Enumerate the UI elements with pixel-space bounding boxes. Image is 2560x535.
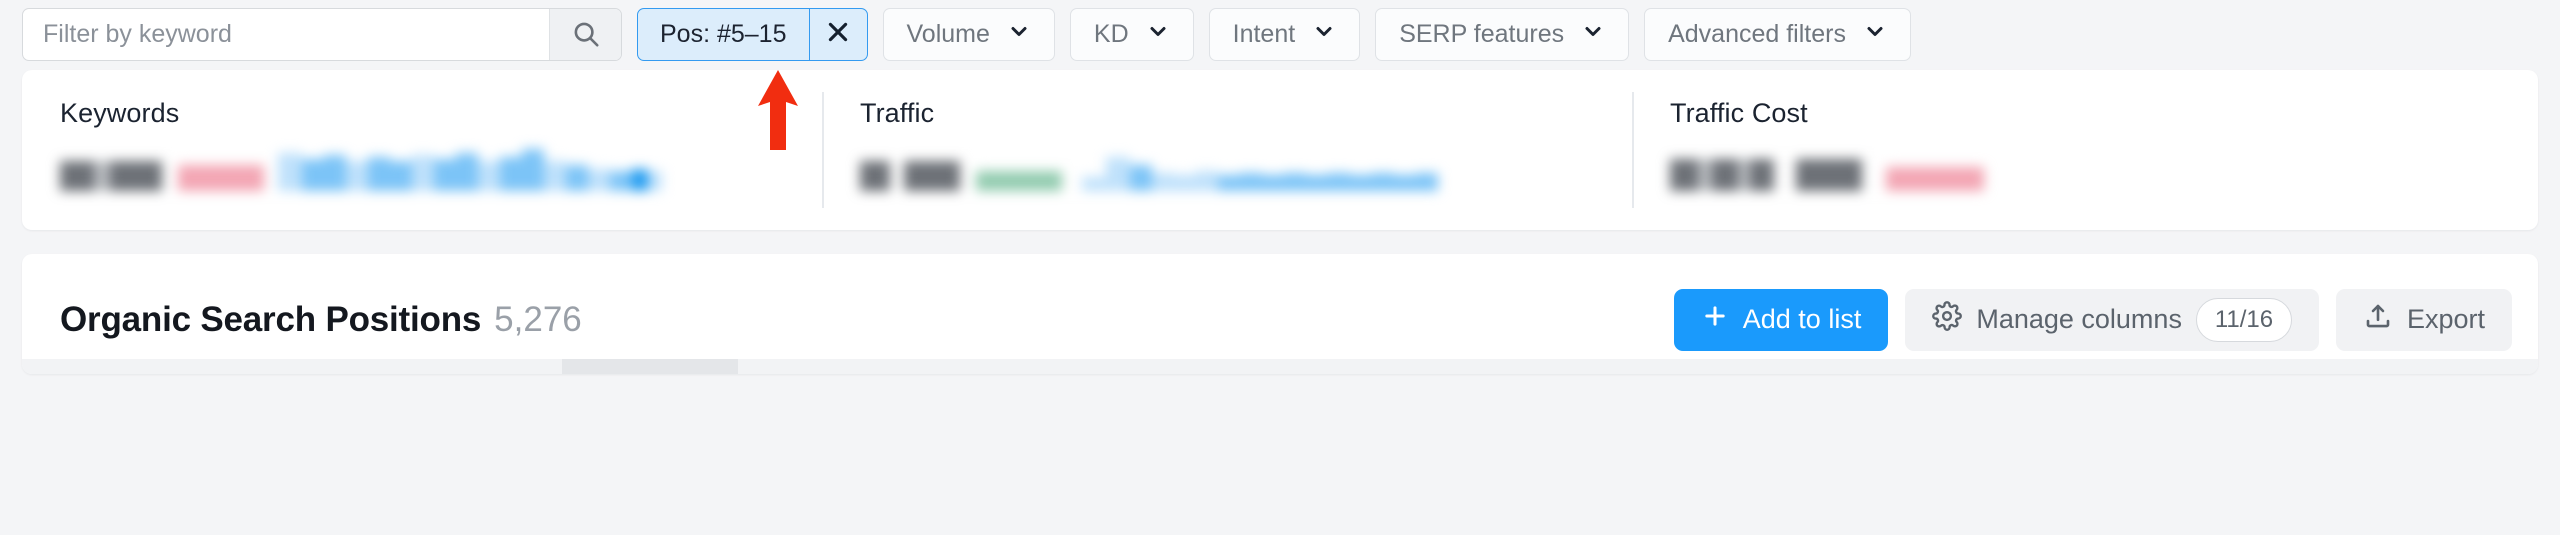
search-icon xyxy=(571,19,601,49)
chevron-down-icon xyxy=(1146,19,1170,50)
page-title: Organic Search Positions 5,276 xyxy=(60,300,582,340)
upload-icon xyxy=(2363,301,2393,338)
filter-bar: Pos: #5–15 Volume KD xyxy=(0,0,2560,70)
table-result-count: 5,276 xyxy=(494,299,582,339)
filter-advanced-label: Advanced filters xyxy=(1668,19,1846,48)
export-label: Export xyxy=(2406,304,2485,334)
metric-traffic-cost-title: Traffic Cost xyxy=(1670,98,1808,128)
metric-traffic-cost: Traffic Cost xyxy=(1632,70,2392,230)
active-filter-position[interactable]: Pos: #5–15 xyxy=(637,7,868,61)
table-action-buttons: Add to list Manage columns 11/16 Export xyxy=(1673,288,2512,351)
filter-volume[interactable]: Volume xyxy=(882,7,1055,61)
filter-serp-features[interactable]: SERP features xyxy=(1375,7,1630,61)
chevron-down-icon xyxy=(1863,19,1887,50)
metric-traffic-value-blurred xyxy=(860,145,1632,191)
chevron-down-icon xyxy=(1581,19,1605,50)
active-filter-remove-button[interactable] xyxy=(808,8,867,60)
organic-positions-table-card: Organic Search Positions 5,276 Add to lis… xyxy=(22,254,2538,374)
chevron-down-icon xyxy=(1312,19,1336,50)
table-column-header-strip xyxy=(22,359,2538,374)
page-root: Pos: #5–15 Volume KD xyxy=(0,0,2560,535)
plus-icon xyxy=(1701,302,1729,337)
add-to-list-button[interactable]: Add to list xyxy=(1673,288,1889,351)
gear-icon xyxy=(1932,301,1963,338)
table-column-header-cell[interactable] xyxy=(22,359,562,374)
filter-kd[interactable]: KD xyxy=(1069,7,1194,61)
filter-advanced[interactable]: Advanced filters xyxy=(1644,7,1911,61)
metric-keywords: Keywords xyxy=(22,70,822,230)
chevron-down-icon xyxy=(1007,19,1031,50)
keyword-filter-search[interactable] xyxy=(22,7,622,61)
filter-kd-label: KD xyxy=(1093,19,1129,48)
filter-intent[interactable]: Intent xyxy=(1208,7,1361,61)
table-column-header-cell[interactable] xyxy=(562,359,738,374)
filter-volume-label: Volume xyxy=(906,19,990,48)
metric-keywords-value-blurred xyxy=(60,145,822,191)
add-to-list-label: Add to list xyxy=(1742,304,1862,334)
metric-traffic: Traffic xyxy=(822,70,1632,230)
table-column-header-cell[interactable] xyxy=(738,359,2538,374)
manage-columns-count-badge: 11/16 xyxy=(2195,297,2292,342)
table-title-text: Organic Search Positions xyxy=(60,299,482,339)
metric-keywords-title: Keywords xyxy=(60,98,180,128)
active-filter-label: Pos: #5–15 xyxy=(660,19,787,48)
export-button[interactable]: Export xyxy=(2335,288,2512,351)
search-button[interactable] xyxy=(549,8,621,60)
filter-serp-features-label: SERP features xyxy=(1399,19,1565,48)
close-x-icon xyxy=(825,19,851,50)
manage-columns-label: Manage columns xyxy=(1976,304,2182,334)
metrics-summary-card: Keywords Traffic Traffic Cost xyxy=(22,70,2538,230)
filter-intent-label: Intent xyxy=(1232,19,1296,48)
metric-traffic-title: Traffic xyxy=(860,98,935,128)
metric-traffic-cost-value-blurred xyxy=(1670,145,2392,191)
table-header-row: Organic Search Positions 5,276 Add to lis… xyxy=(22,254,2538,359)
manage-columns-button[interactable]: Manage columns 11/16 xyxy=(1905,288,2319,351)
search-input[interactable] xyxy=(23,8,549,60)
